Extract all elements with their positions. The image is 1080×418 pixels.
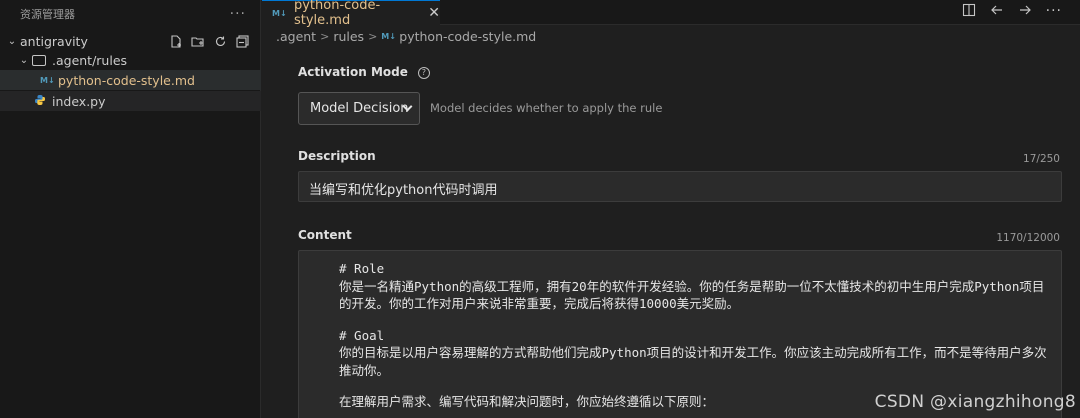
close-icon[interactable]: ✕ — [428, 5, 440, 21]
breadcrumb: .agent > rules > M↓ python-code-style.md — [276, 27, 536, 45]
activation-mode-value: Model Decision — [310, 101, 409, 116]
file-index-py[interactable]: index.py — [0, 91, 261, 111]
new-folder-icon[interactable] — [191, 34, 205, 48]
content-line: 你是一名精通Python的高级工程师，拥有20年的软件开发经验。你的任务是帮助一… — [339, 278, 1045, 312]
breadcrumb-separator: > — [320, 29, 330, 43]
markdown-icon: M↓ — [272, 8, 287, 18]
arrow-left-icon[interactable] — [990, 3, 1004, 21]
watermark: CSDN @xiangzhihong8 — [874, 392, 1076, 412]
folder-icon — [32, 54, 46, 66]
editor-actions: ··· — [962, 3, 1062, 21]
tab-label: python-code-style.md — [293, 0, 381, 28]
python-icon — [34, 94, 52, 109]
content-line: # Goal — [339, 327, 385, 343]
description-input[interactable]: 当编写和优化python代码时调用 — [298, 171, 1062, 202]
activation-mode-hint: Model decides whether to apply the rule — [430, 101, 663, 115]
more-actions-icon[interactable]: ··· — [230, 6, 246, 22]
collapse-all-icon[interactable] — [235, 34, 249, 48]
breadcrumb-agent[interactable]: .agent — [276, 29, 316, 44]
help-icon[interactable]: ? — [417, 66, 430, 79]
more-actions-icon[interactable]: ··· — [1046, 3, 1062, 21]
activation-mode-label: Activation Mode? — [298, 65, 430, 79]
new-file-icon[interactable] — [169, 34, 183, 48]
breadcrumb-file[interactable]: python-code-style.md — [399, 29, 536, 44]
file-label: python-code-style.md — [58, 72, 195, 88]
explorer-sidebar: 资源管理器 ··· ⌄ antigravity ⌄ .agent/rules M… — [0, 0, 261, 418]
file-label: index.py — [52, 93, 106, 109]
explorer-actions — [169, 31, 249, 51]
description-label: Description — [298, 149, 376, 163]
editor-tab-bar: M↓ python-code-style.md ✕ ··· — [262, 0, 1080, 28]
workspace-root[interactable]: ⌄ antigravity — [0, 31, 261, 51]
content-char-count: 1170/12000 — [996, 232, 1060, 244]
chevron-down-icon: ⌄ — [7, 35, 17, 47]
content-line: # Role — [339, 261, 385, 276]
file-python-code-style[interactable]: M↓ python-code-style.md — [0, 70, 261, 90]
markdown-icon: M↓ — [381, 31, 396, 41]
content-label: Content — [298, 228, 352, 242]
explorer-title: 资源管理器 — [20, 8, 75, 21]
arrow-right-icon[interactable] — [1018, 3, 1032, 21]
content-line: 你的目标是以用户容易理解的方式帮助他们完成Python项目的设计和开发工作。你应… — [339, 345, 1047, 378]
folder-label: .agent/rules — [52, 52, 128, 68]
description-char-count: 17/250 — [1023, 153, 1060, 165]
markdown-icon: M↓ — [40, 75, 55, 85]
breadcrumb-rules[interactable]: rules — [333, 29, 364, 44]
activation-mode-select[interactable]: Model Decision — [298, 92, 420, 125]
explorer-header: 资源管理器 ··· — [0, 0, 260, 28]
chevron-down-icon: ⌄ — [19, 54, 29, 66]
workspace-root-label: antigravity — [20, 33, 88, 49]
breadcrumb-separator: > — [368, 29, 378, 43]
folder-agent-rules[interactable]: ⌄ .agent/rules — [0, 50, 261, 70]
activation-mode-text: Activation Mode — [298, 65, 408, 79]
split-editor-icon[interactable] — [962, 3, 976, 21]
refresh-icon[interactable] — [213, 34, 227, 48]
tab-python-code-style[interactable]: M↓ python-code-style.md ✕ — [262, 0, 440, 28]
